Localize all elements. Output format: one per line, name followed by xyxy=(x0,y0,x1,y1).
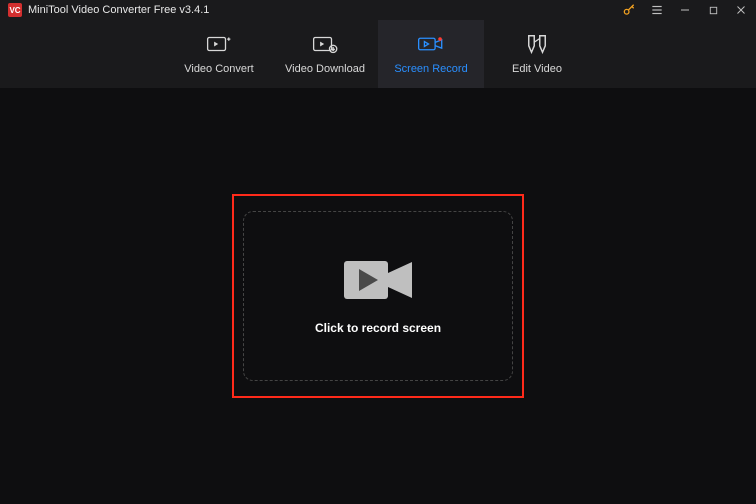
titlebar: VC MiniTool Video Converter Free v3.4.1 xyxy=(0,0,756,20)
menu-icon[interactable] xyxy=(650,3,664,17)
app-title: MiniTool Video Converter Free v3.4.1 xyxy=(28,4,209,16)
edit-video-icon xyxy=(526,33,548,55)
tab-label: Screen Record xyxy=(394,63,467,75)
screen-record-icon xyxy=(417,33,445,55)
annotation-highlight: Click to record screen xyxy=(232,194,524,398)
tab-edit-video[interactable]: Edit Video xyxy=(484,20,590,88)
tab-video-download[interactable]: Video Download xyxy=(272,20,378,88)
tab-screen-record[interactable]: Screen Record xyxy=(378,20,484,88)
main-area: Click to record screen xyxy=(0,88,756,504)
tab-label: Edit Video xyxy=(512,63,562,75)
camera-icon xyxy=(342,257,414,303)
upgrade-key-icon[interactable] xyxy=(622,3,636,17)
tab-label: Video Convert xyxy=(184,63,254,75)
minimize-button[interactable] xyxy=(678,3,692,17)
app-logo: VC xyxy=(8,3,22,17)
record-prompt-label: Click to record screen xyxy=(315,321,441,335)
video-convert-icon xyxy=(206,33,232,55)
tab-video-convert[interactable]: Video Convert xyxy=(166,20,272,88)
record-screen-button[interactable]: Click to record screen xyxy=(243,211,513,381)
navbar: Video Convert Video Download xyxy=(0,20,756,88)
tab-label: Video Download xyxy=(285,63,365,75)
video-download-icon xyxy=(312,33,338,55)
maximize-button[interactable] xyxy=(706,3,720,17)
close-button[interactable] xyxy=(734,3,748,17)
window-controls xyxy=(622,3,748,17)
